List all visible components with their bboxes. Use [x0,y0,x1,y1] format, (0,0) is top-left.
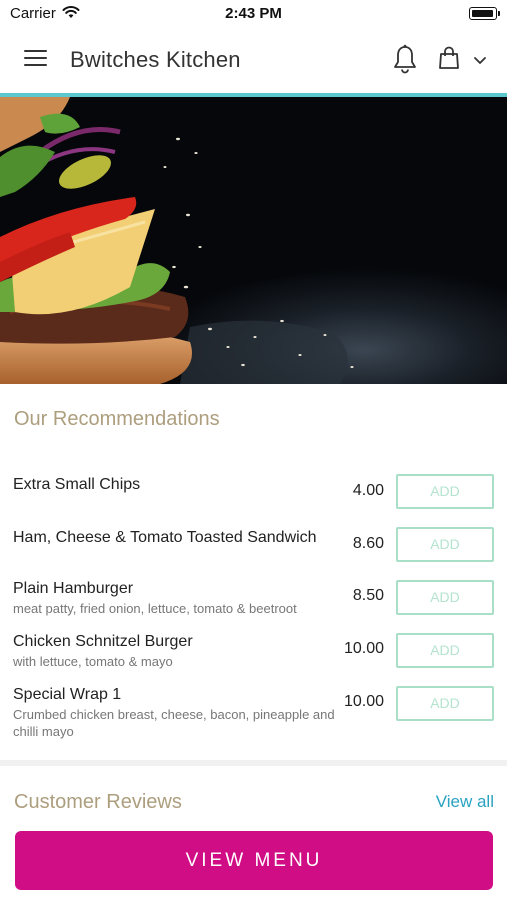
recommendations-title: Our Recommendations [14,408,220,430]
hero-banner-image [0,97,507,384]
battery-icon [469,7,500,20]
status-time: 2:43 PM [225,5,282,22]
menu-item: Plain Hamburger meat patty, fried onion,… [0,580,507,632]
app-header: Bwitches Kitchen [0,28,507,93]
add-button[interactable]: ADD [396,633,494,668]
item-name: Extra Small Chips [13,476,141,493]
app-title: Bwitches Kitchen [70,47,241,72]
view-all-link[interactable]: View all [436,792,494,812]
menu-item: Extra Small Chips 4.00 ADD [0,474,507,526]
item-name: Special Wrap 1 [13,686,122,703]
add-button[interactable]: ADD [396,527,494,562]
chevron-down-icon[interactable] [473,56,487,66]
item-price: 4.00 [352,482,384,499]
add-button[interactable]: ADD [396,580,494,615]
item-name: Ham, Cheese & Tomato Toasted Sandwich [13,529,317,546]
add-button[interactable]: ADD [396,686,494,721]
menu-item: Special Wrap 1 Crumbed chicken breast, c… [0,686,507,748]
item-name: Plain Hamburger [13,580,134,597]
item-price: 8.50 [352,587,384,604]
add-button[interactable]: ADD [396,474,494,509]
item-price: 10.00 [343,640,384,657]
status-bar: Carrier 2:43 PM [0,0,507,28]
bag-icon[interactable] [438,46,460,70]
bell-icon[interactable] [392,44,418,74]
section-divider [0,760,507,766]
menu-item: Ham, Cheese & Tomato Toasted Sandwich 8.… [0,527,507,579]
item-description: with lettuce, tomato & mayo [13,654,173,669]
view-menu-button[interactable]: VIEW MENU [15,831,493,890]
item-description: meat patty, fried onion, lettuce, tomato… [13,601,297,616]
item-price: 8.60 [352,535,384,552]
item-name: Chicken Schnitzel Burger [13,633,193,650]
menu-icon[interactable] [24,50,47,67]
item-description: Crumbed chicken breast, cheese, bacon, p… [13,707,335,739]
reviews-title: Customer Reviews [14,791,182,813]
menu-item: Chicken Schnitzel Burger with lettuce, t… [0,633,507,685]
item-price: 10.00 [343,693,384,710]
